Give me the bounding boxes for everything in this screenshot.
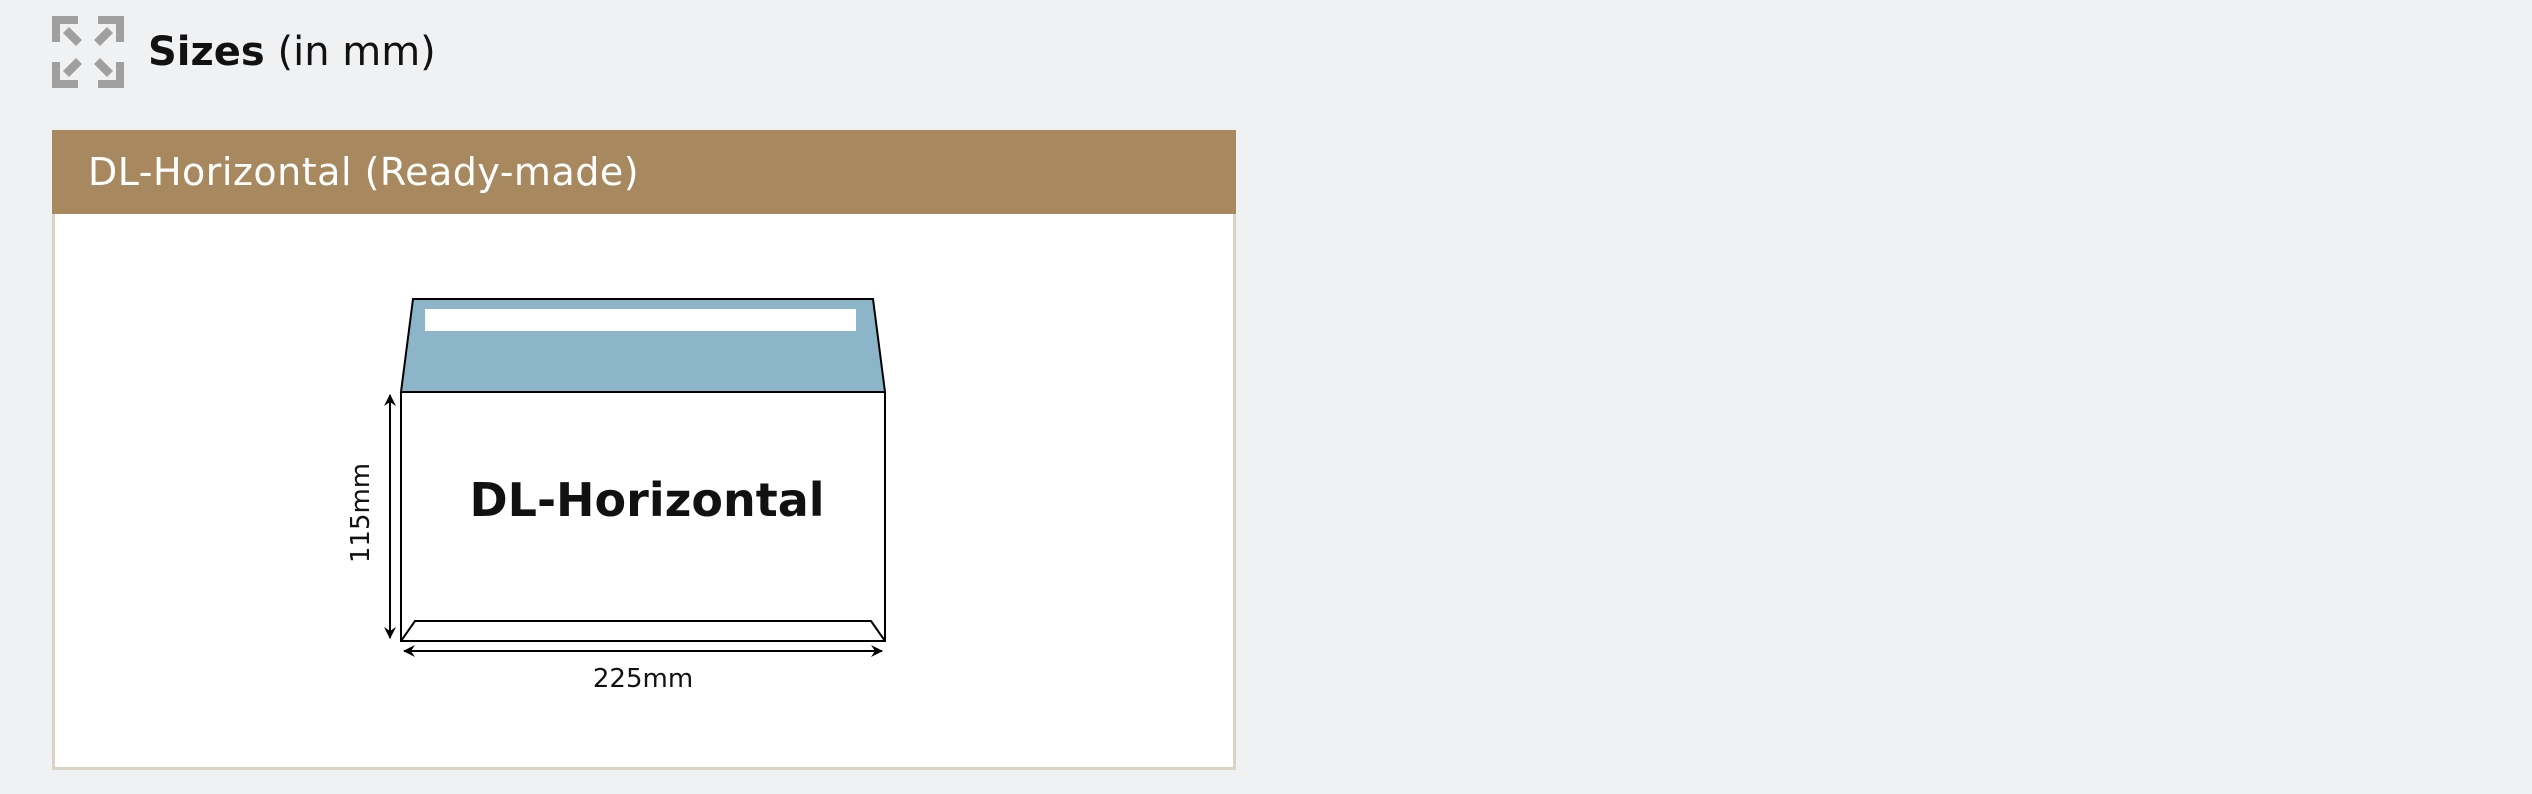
envelope-label: DL-Horizontal [469,473,824,527]
envelope-size-card: DL-Horizontal (Ready-made) DL-Horizontal… [52,130,1236,770]
sizes-title-bold: Sizes [148,29,265,75]
sizes-title-unit: (in mm) [277,29,436,75]
envelope-diagram: DL-Horizontal 115mm 225mm [346,298,887,694]
expand-arrows-icon [52,16,124,88]
width-dimension-label: 225mm [593,664,693,694]
sizes-title: Sizes (in mm) [148,29,436,75]
height-dimension-label: 115mm [346,463,376,563]
sizes-heading: Sizes (in mm) [52,16,436,88]
envelope-adhesive-strip [425,309,856,331]
